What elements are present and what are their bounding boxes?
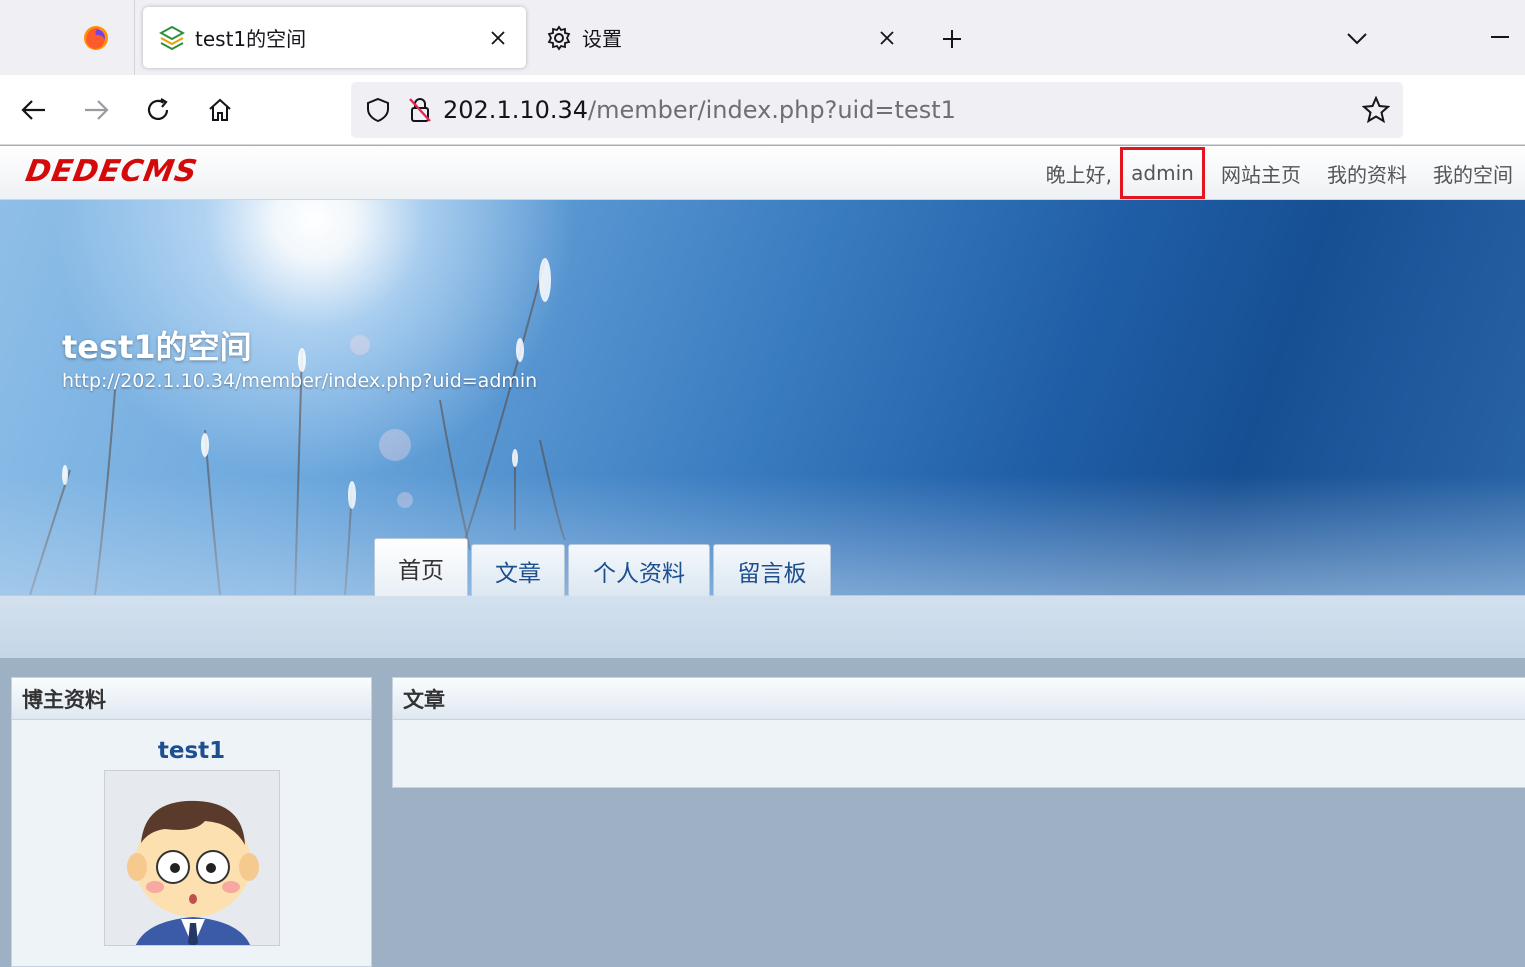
avatar[interactable] bbox=[104, 770, 280, 946]
shield-icon[interactable] bbox=[361, 93, 395, 127]
blogger-username[interactable]: test1 bbox=[12, 738, 371, 764]
tab-personal-info[interactable]: 个人资料 bbox=[568, 544, 710, 596]
reload-icon[interactable] bbox=[140, 92, 176, 128]
tab-title: 设置 bbox=[582, 27, 622, 51]
url-host: 202.1.10.34 bbox=[443, 96, 589, 124]
link-my-profile[interactable]: 我的资料 bbox=[1327, 159, 1407, 188]
tab-active[interactable]: test1的空间 bbox=[143, 7, 526, 68]
chevron-down-icon[interactable] bbox=[1340, 22, 1374, 56]
greeting-text: 晚上好, bbox=[1045, 162, 1112, 187]
insecure-lock-icon[interactable] bbox=[403, 93, 437, 127]
space-banner: test1的空间 http://202.1.10.34/member/index… bbox=[0, 200, 1525, 595]
tab-separator bbox=[134, 0, 135, 75]
header-links: 晚上好, admin 网站主页 我的资料 我的空间 bbox=[1046, 146, 1525, 200]
gear-icon bbox=[544, 23, 574, 53]
link-my-space[interactable]: 我的空间 bbox=[1433, 159, 1513, 188]
dedecms-favicon-icon bbox=[157, 23, 187, 53]
panel-title: 文章 bbox=[393, 678, 1525, 720]
browser-tab-strip: test1的空间 设置 bbox=[0, 0, 1525, 75]
articles-panel: 文章 bbox=[392, 677, 1525, 788]
back-arrow-icon[interactable] bbox=[16, 92, 52, 128]
space-title: test1的空间 bbox=[62, 328, 252, 366]
close-tab-icon[interactable] bbox=[484, 24, 512, 52]
nav-subband bbox=[0, 595, 1525, 658]
panel-title: 博主资料 bbox=[12, 678, 371, 720]
space-url[interactable]: http://202.1.10.34/member/index.php?uid=… bbox=[62, 370, 537, 392]
home-icon[interactable] bbox=[202, 92, 238, 128]
url-text[interactable]: 202.1.10.34/member/index.php?uid=test1 bbox=[443, 96, 956, 124]
tab-home[interactable]: 首页 bbox=[374, 538, 468, 596]
link-site-home[interactable]: 网站主页 bbox=[1221, 159, 1301, 188]
site-header: DEDECMS 晚上好, admin 网站主页 我的资料 我的空间 bbox=[0, 146, 1525, 200]
url-path: /member/index.php?uid=test1 bbox=[588, 96, 956, 124]
tab-title: test1的空间 bbox=[195, 27, 307, 51]
blogger-info-panel: 博主资料 test1 bbox=[11, 677, 372, 967]
minimize-window-icon[interactable] bbox=[1485, 22, 1515, 52]
url-bar[interactable]: 202.1.10.34/member/index.php?uid=test1 bbox=[351, 82, 1403, 138]
bookmark-star-icon[interactable] bbox=[1359, 93, 1393, 127]
new-tab-plus-icon[interactable] bbox=[935, 22, 969, 56]
tab-settings[interactable]: 设置 bbox=[530, 7, 915, 68]
close-tab-icon[interactable] bbox=[873, 24, 901, 52]
cartoon-avatar-icon bbox=[127, 800, 259, 945]
space-nav-tabs: 首页 文章 个人资料 留言板 bbox=[374, 538, 834, 596]
tab-articles[interactable]: 文章 bbox=[471, 544, 565, 596]
dedecms-logo[interactable]: DEDECMS bbox=[23, 154, 200, 189]
firefox-menu-icon[interactable] bbox=[70, 20, 122, 56]
browser-navigation-bar: 202.1.10.34/member/index.php?uid=test1 bbox=[0, 75, 1525, 145]
username-link-admin[interactable]: admin bbox=[1120, 147, 1205, 199]
tab-guestbook[interactable]: 留言板 bbox=[713, 544, 831, 596]
forward-arrow-icon[interactable] bbox=[78, 92, 114, 128]
